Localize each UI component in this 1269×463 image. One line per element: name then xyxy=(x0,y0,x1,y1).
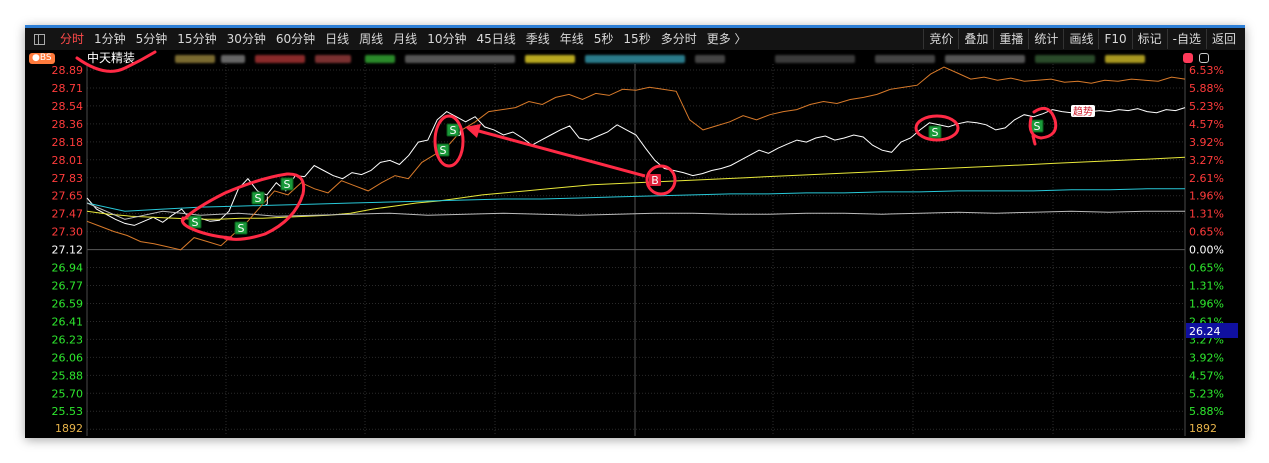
annotation-arrow-line xyxy=(474,128,646,178)
percent-axis-label: 5.88% xyxy=(1189,405,1224,418)
percent-axis-label: 5.23% xyxy=(1189,387,1224,400)
percent-axis-label: 2.61% xyxy=(1189,172,1224,185)
trading-window: 分时 1分钟 5分钟 15分钟 30分钟 60分钟 日线 周线 月线 10分钟 45日线 季线 年线 5秒… xyxy=(25,25,1245,438)
price-axis-label: 26.41 xyxy=(52,315,84,328)
price-axis-label: 28.01 xyxy=(52,154,84,167)
price-axis-label: 28.36 xyxy=(52,118,84,131)
price-axis-label: 25.53 xyxy=(52,405,84,418)
sell-marker-label: S xyxy=(192,216,199,229)
current-price-value: 26.24 xyxy=(1189,325,1221,338)
price-axis-label: 26.59 xyxy=(52,297,84,310)
percent-axis-label: 0.65% xyxy=(1189,262,1224,275)
sell-marker-label: S xyxy=(1034,120,1041,133)
sell-marker-label: S xyxy=(255,192,262,205)
buy-marker-label: B xyxy=(651,174,659,187)
percent-axis-label: 6.53% xyxy=(1189,64,1224,77)
j-marker-label: J xyxy=(265,196,269,206)
price-axis-label: 28.89 xyxy=(52,64,84,77)
price-axis-label: 27.12 xyxy=(52,244,84,257)
price-axis-label: 27.47 xyxy=(52,208,84,221)
index-line xyxy=(86,66,1186,251)
annotation-underline xyxy=(75,50,157,73)
percent-axis-label: 0.00% xyxy=(1189,244,1224,257)
percent-axis-label: 3.27% xyxy=(1189,154,1224,167)
price-axis-label: 26.23 xyxy=(52,333,84,346)
percent-axis-label: 1.31% xyxy=(1189,208,1224,221)
percent-axis-label: 1.96% xyxy=(1189,190,1224,203)
percent-axis-label: 3.92% xyxy=(1189,351,1224,364)
percent-axis-label: 5.88% xyxy=(1189,82,1224,95)
price-axis-label: 25.88 xyxy=(52,369,84,382)
sell-marker-label: S xyxy=(440,144,447,157)
volume-label-left: 1892 xyxy=(55,422,83,435)
price-axis-label: 25.70 xyxy=(52,387,84,400)
average-price-line xyxy=(86,156,1186,220)
percent-axis-label: 4.57% xyxy=(1189,118,1224,131)
percent-axis-label: 1.96% xyxy=(1189,297,1224,310)
trend-label: 趋势 xyxy=(1073,105,1093,118)
percent-axis-label: 1.31% xyxy=(1189,280,1224,293)
price-axis-label: 28.18 xyxy=(52,136,84,149)
sell-marker-label: S xyxy=(238,222,245,235)
percent-axis-label: 4.57% xyxy=(1189,369,1224,382)
price-axis-label: 26.77 xyxy=(52,280,84,293)
price-axis-label: 27.65 xyxy=(52,190,84,203)
percent-axis-label: 0.65% xyxy=(1189,226,1224,239)
price-axis-label: 28.71 xyxy=(52,82,84,95)
price-axis-label: 27.83 xyxy=(52,172,84,185)
sell-marker-label: S xyxy=(284,178,291,191)
volume-label-right: 1892 xyxy=(1189,422,1217,435)
percent-axis-label: 5.23% xyxy=(1189,100,1224,113)
price-axis-label: 27.30 xyxy=(52,226,84,239)
sell-marker-label: S xyxy=(450,124,457,137)
price-axis-label: 26.94 xyxy=(52,262,84,275)
sell-marker-label: S xyxy=(932,126,939,139)
intraday-chart[interactable]: 28.89 28.71 28.54 28.36 28.18 28.01 27.83 27.65… xyxy=(25,28,1245,438)
price-line xyxy=(86,107,1186,226)
price-axis-label: 28.54 xyxy=(52,100,84,113)
price-axis-label: 26.06 xyxy=(52,351,84,364)
percent-axis-label: 3.92% xyxy=(1189,136,1224,149)
